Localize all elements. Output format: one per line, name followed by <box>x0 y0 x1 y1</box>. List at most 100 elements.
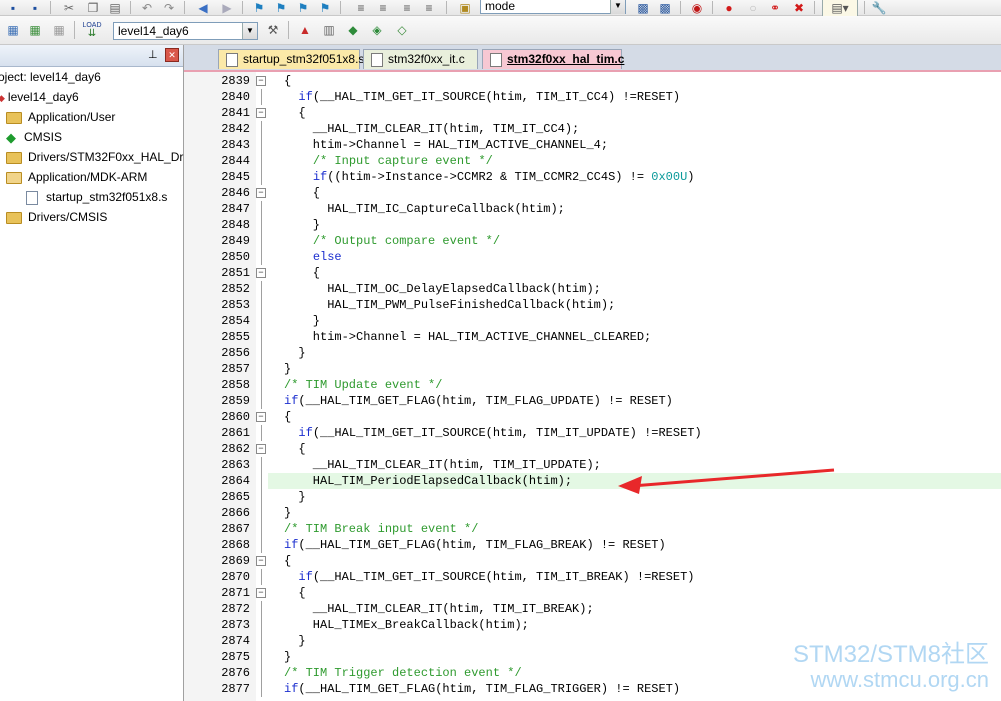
code-line[interactable]: 2873 HAL_TIMEx_BreakCallback(htim); <box>184 617 1001 633</box>
main-toolbar: ▪ ▪ ✂ ❐ ▤ ↶ ↷ ◀ ▶ ⚑ ⚑ ⚑ ⚑ ≡ ≡ ≡ ≡ ▣ mode… <box>0 0 1001 17</box>
code-line[interactable]: 2856 } <box>184 345 1001 361</box>
save-icon[interactable]: ▪ <box>4 0 22 16</box>
fold-toggle-icon[interactable]: − <box>256 108 266 118</box>
debug-start-icon[interactable]: ◉ <box>688 0 706 16</box>
code-line[interactable]: 2853 HAL_TIM_PWM_PulseFinishedCallback(h… <box>184 297 1001 313</box>
pack-installer-icon[interactable]: ◇ <box>393 22 411 38</box>
tab-hal-tim[interactable]: stm32f0xx_hal_tim.c <box>482 49 624 69</box>
disable-all-breakpoints-icon[interactable]: ⚭ <box>766 0 784 16</box>
code-line[interactable]: 2840 if(__HAL_TIM_GET_IT_SOURCE(htim, TI… <box>184 89 1001 105</box>
close-icon[interactable]: ✕ <box>165 48 179 62</box>
translate-icon[interactable]: ▦ <box>4 22 22 38</box>
code-line[interactable]: 2859 if(__HAL_TIM_GET_FLAG(htim, TIM_FLAG… <box>184 393 1001 409</box>
tree-item-application-user[interactable]: Application/User <box>6 110 115 124</box>
chevron-down-icon[interactable]: ▼ <box>610 0 625 14</box>
find-in-files-icon[interactable]: ▣ <box>456 0 474 16</box>
code-line[interactable]: 2855 htim->Channel = HAL_TIM_ACTIVE_CHAN… <box>184 329 1001 345</box>
next-bookmark-icon[interactable]: ⚑ <box>294 0 312 16</box>
fold-toggle-icon[interactable]: − <box>256 556 266 566</box>
uncomment-icon[interactable]: ≡ <box>420 0 438 16</box>
target-select[interactable]: level14_day6 ▼ <box>113 22 258 40</box>
cut-icon[interactable]: ✂ <box>60 0 78 16</box>
paste-icon[interactable]: ▤ <box>106 0 124 16</box>
fold-toggle-icon[interactable]: − <box>256 444 266 454</box>
code-line[interactable]: 2871− { <box>184 585 1001 601</box>
code-line[interactable]: 2839− { <box>184 73 1001 89</box>
tree-item-drivers-cmsis[interactable]: Drivers/CMSIS <box>6 210 107 224</box>
redo-icon[interactable]: ↷ <box>160 0 178 16</box>
code-line[interactable]: 2844 /* Input capture event */ <box>184 153 1001 169</box>
code-line[interactable]: 2854 } <box>184 313 1001 329</box>
find-icon[interactable]: ▩ <box>656 0 674 16</box>
code-line[interactable]: 2842 __HAL_TIM_CLEAR_IT(htim, TIM_IT_CC4… <box>184 121 1001 137</box>
code-line[interactable]: 2862− { <box>184 441 1001 457</box>
breakpoint-disable-icon[interactable]: ○ <box>744 0 762 16</box>
tree-item-application-mdk[interactable]: Application/MDK-ARM <box>6 170 147 184</box>
download-icon[interactable]: LOAD ⇊ <box>82 19 102 41</box>
project-root[interactable]: oject: level14_day6 <box>0 70 101 84</box>
select-packs-icon[interactable]: ◈ <box>368 22 386 38</box>
incremental-find-icon[interactable]: ▩ <box>634 0 652 16</box>
code-line[interactable]: 2867 /* TIM Break input event */ <box>184 521 1001 537</box>
code-line[interactable]: 2849 /* Output compare event */ <box>184 233 1001 249</box>
kill-breakpoints-icon[interactable]: ✖ <box>790 0 808 16</box>
unindent-icon[interactable]: ≡ <box>374 0 392 16</box>
code-line[interactable]: 2858 /* TIM Update event */ <box>184 377 1001 393</box>
manage-components-icon[interactable]: ▲ <box>296 22 314 38</box>
code-line[interactable]: 2868 if(__HAL_TIM_GET_FLAG(htim, TIM_FLAG… <box>184 537 1001 553</box>
code-line[interactable]: 2861 if(__HAL_TIM_GET_IT_SOURCE(htim, TI… <box>184 425 1001 441</box>
fold-toggle-icon[interactable]: − <box>256 268 266 278</box>
code-editor[interactable]: 2839−{2840 if(__HAL_TIM_GET_IT_SOURCE(ht… <box>184 72 1001 701</box>
nav-back-icon[interactable]: ◀ <box>194 0 212 16</box>
code-line[interactable]: 2872 __HAL_TIM_CLEAR_IT(htim, TIM_IT_BRE… <box>184 601 1001 617</box>
breakpoint-icon[interactable]: ● <box>720 0 738 16</box>
undo-icon[interactable]: ↶ <box>138 0 156 16</box>
save-all-icon[interactable]: ▪ <box>26 0 44 16</box>
chevron-down-icon[interactable]: ▼ <box>242 23 257 39</box>
code-line[interactable]: 2843 htim->Channel = HAL_TIM_ACTIVE_CHAN… <box>184 137 1001 153</box>
code-line[interactable]: 2848 } <box>184 217 1001 233</box>
tree-item-drivers-hal[interactable]: Drivers/STM32F0xx_HAL_Driv <box>6 150 192 164</box>
rebuild-icon[interactable]: ▦ <box>50 22 68 38</box>
code-line[interactable]: 2841− { <box>184 105 1001 121</box>
code-line[interactable]: 2863 __HAL_TIM_CLEAR_IT(htim, TIM_IT_UPD… <box>184 457 1001 473</box>
tree-item-cmsis[interactable]: ◆ CMSIS <box>6 130 62 144</box>
clear-bookmarks-icon[interactable]: ⚑ <box>316 0 334 16</box>
code-line[interactable]: 2866} <box>184 505 1001 521</box>
find-combo[interactable]: mode ▼ <box>480 0 626 14</box>
nav-forward-icon[interactable]: ▶ <box>218 0 236 16</box>
code-line-highlighted[interactable]: 2864 HAL_TIM_PeriodElapsedCallback(htim)… <box>184 473 1001 489</box>
line-number: 2843 <box>221 138 250 152</box>
window-layout-icon[interactable]: ▤▾ <box>822 0 858 17</box>
code-line[interactable]: 2860− { <box>184 409 1001 425</box>
manage-rte-icon[interactable]: ◆ <box>344 22 362 38</box>
code-line[interactable]: 2869− { <box>184 553 1001 569</box>
fold-toggle-icon[interactable]: − <box>256 412 266 422</box>
tree-item-startup-file[interactable]: startup_stm32f051x8.s <box>26 190 167 205</box>
configure-icon[interactable]: 🔧 <box>870 0 888 16</box>
bookmark-icon[interactable]: ⚑ <box>250 0 268 16</box>
pin-icon[interactable]: ⊥ <box>148 48 158 61</box>
code-line[interactable]: 2857} <box>184 361 1001 377</box>
indent-icon[interactable]: ≡ <box>352 0 370 16</box>
code-line[interactable]: 2852 HAL_TIM_OC_DelayElapsedCallback(hti… <box>184 281 1001 297</box>
copy-icon[interactable]: ❐ <box>84 0 102 16</box>
tree-item-target[interactable]: ◆ level14_day6 <box>0 90 79 104</box>
build-icon[interactable]: ▦ <box>26 22 44 38</box>
fold-toggle-icon[interactable]: − <box>256 76 266 86</box>
target-options-icon[interactable]: ⚒ <box>264 22 282 38</box>
code-line[interactable]: 2845 if((htim->Instance->CCMR2 & TIM_CCM… <box>184 169 1001 185</box>
fold-toggle-icon[interactable]: − <box>256 188 266 198</box>
code-line[interactable]: 2847 HAL_TIM_IC_CaptureCallback(htim); <box>184 201 1001 217</box>
file-extensions-icon[interactable]: ▥ <box>320 22 338 38</box>
tab-startup[interactable]: startup_stm32f051x8.s <box>218 49 364 69</box>
comment-icon[interactable]: ≡ <box>398 0 416 16</box>
code-line[interactable]: 2865 } <box>184 489 1001 505</box>
prev-bookmark-icon[interactable]: ⚑ <box>272 0 290 16</box>
fold-toggle-icon[interactable]: − <box>256 588 266 598</box>
code-line[interactable]: 2870 if(__HAL_TIM_GET_IT_SOURCE(htim, TI… <box>184 569 1001 585</box>
code-line[interactable]: 2850 else <box>184 249 1001 265</box>
tab-it[interactable]: stm32f0xx_it.c <box>363 49 478 69</box>
code-line[interactable]: 2846− { <box>184 185 1001 201</box>
code-line[interactable]: 2851− { <box>184 265 1001 281</box>
